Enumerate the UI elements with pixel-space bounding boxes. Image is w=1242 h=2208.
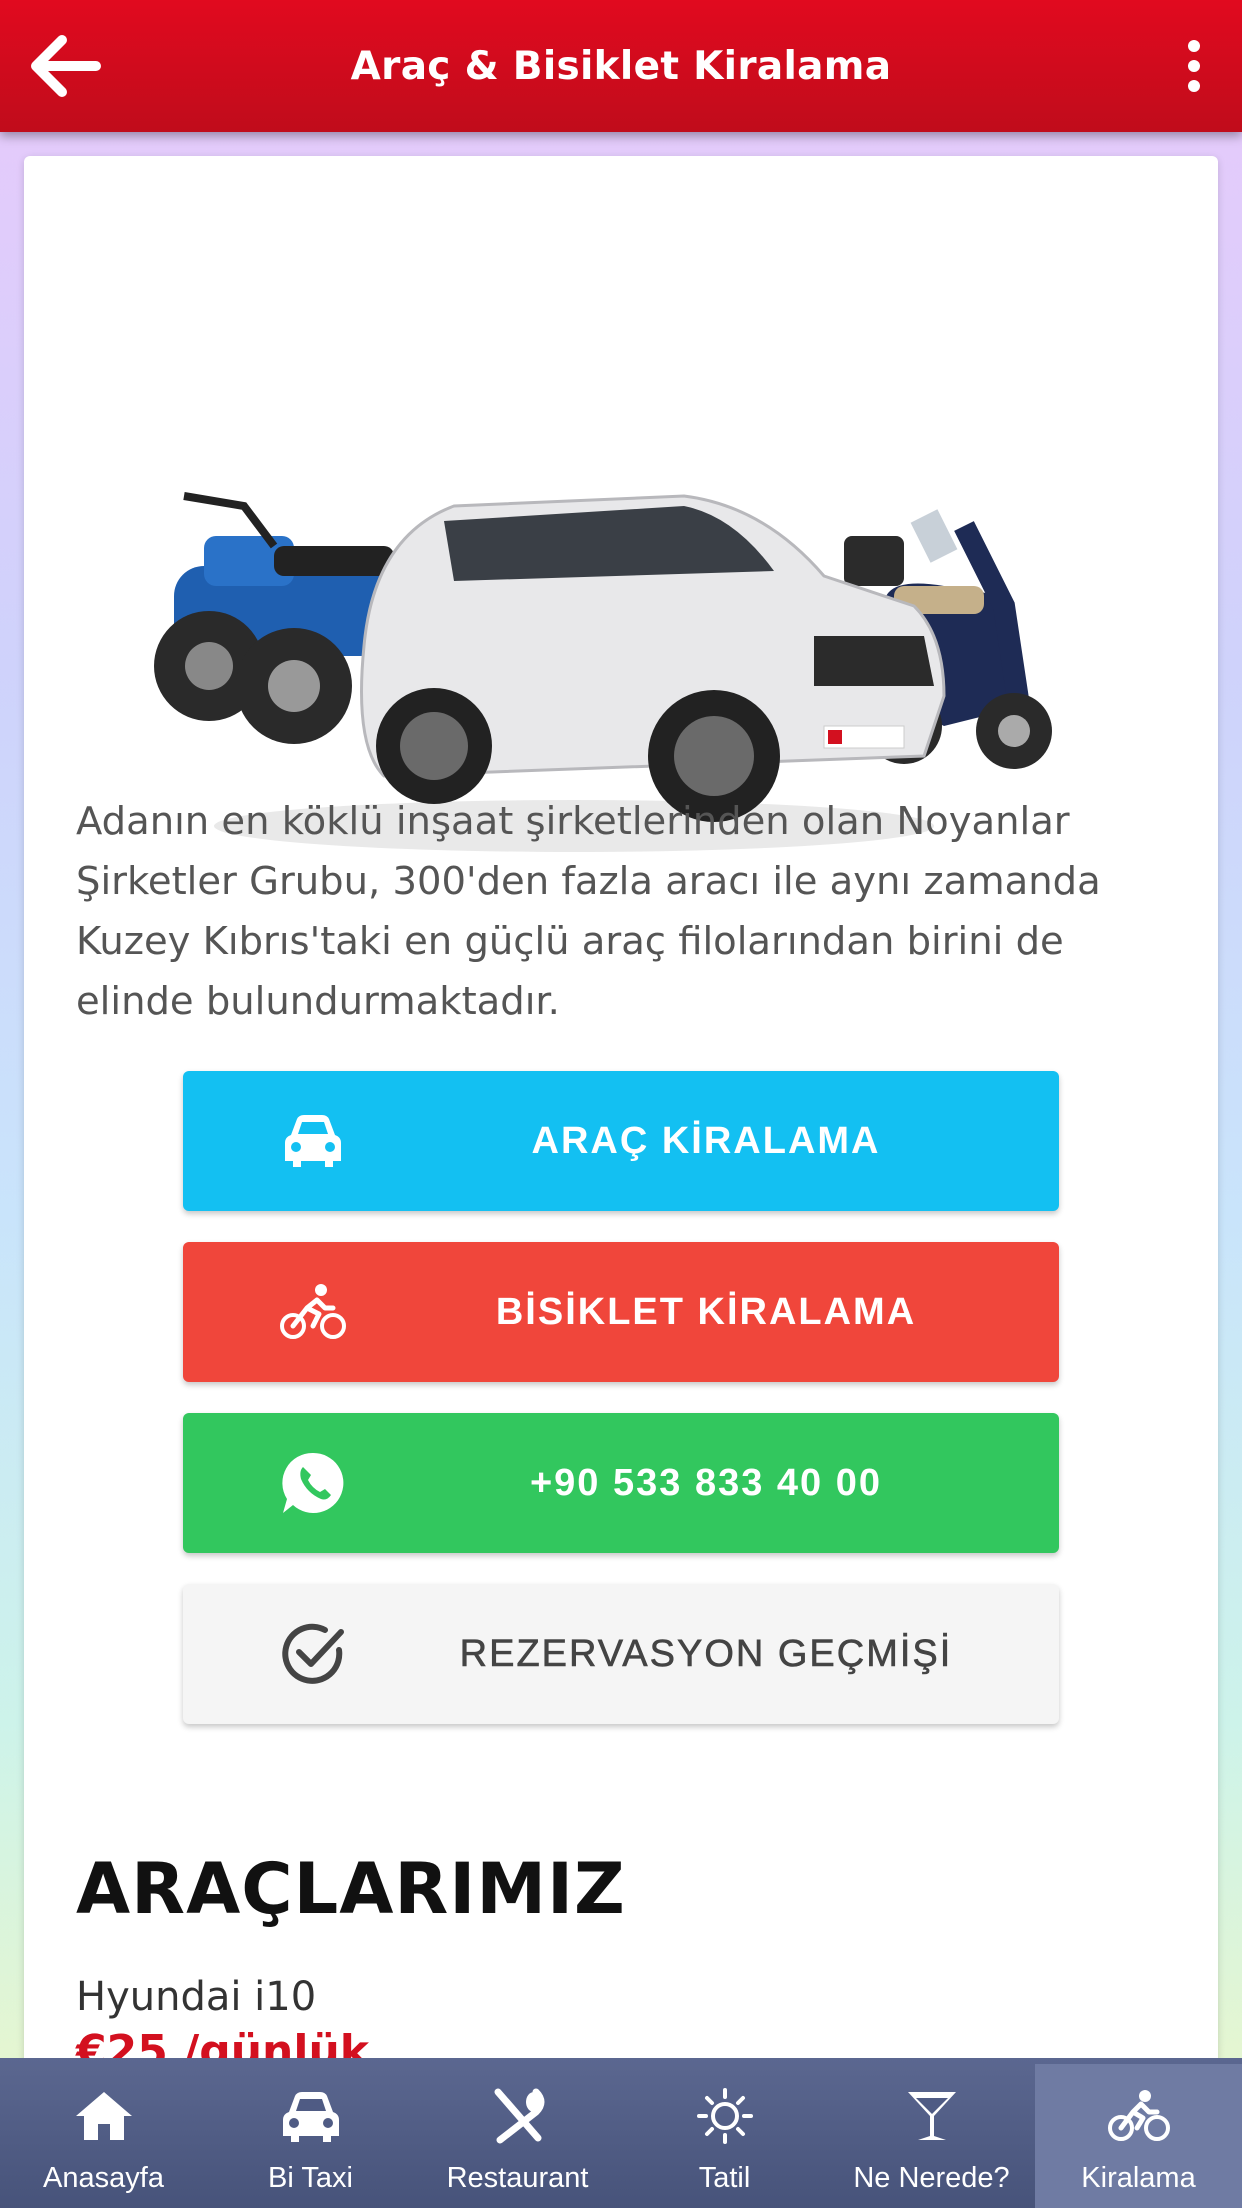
arrow-left-icon [31, 35, 101, 97]
cocktail-icon [907, 2092, 956, 2140]
tab-rental-label: Kiralama [1081, 2162, 1196, 2194]
tab-taxi-label: Bi Taxi [268, 2162, 353, 2194]
bike-rental-label: BİSİKLET KİRALAMA [495, 1290, 917, 1333]
cutlery-icon [494, 2088, 544, 2144]
bicycle-icon [280, 1284, 346, 1339]
bicycle-icon [1107, 2090, 1170, 2141]
atv-graphic [154, 492, 394, 744]
whatsapp-phone-label: +90 533 833 40 00 [529, 1461, 883, 1504]
sun-icon [696, 2088, 753, 2144]
tab-holiday[interactable]: Tatil [621, 2058, 828, 2208]
content-card: Adanın en köklü inşaat şirketlerinden ol… [24, 156, 1218, 2208]
tab-nightlife[interactable]: Ne Nerede? [828, 2058, 1035, 2208]
bike-rental-button[interactable]: BİSİKLET KİRALAMA [183, 1242, 1059, 1382]
car-rental-label: ARAÇ KİRALAMA [531, 1119, 881, 1162]
tab-restaurant[interactable]: Restaurant [414, 2058, 621, 2208]
tab-holiday-label: Tatil [698, 2162, 751, 2194]
car-icon [282, 2092, 339, 2142]
car-rental-button[interactable]: ARAÇ KİRALAMA [183, 1071, 1059, 1211]
back-button[interactable] [28, 34, 102, 98]
tab-home-label: Anasayfa [43, 2162, 164, 2194]
more-vertical-icon [1188, 40, 1200, 92]
whatsapp-icon [282, 1452, 344, 1513]
tab-restaurant-label: Restaurant [446, 2162, 589, 2194]
reservation-history-button[interactable]: REZERVASYON GEÇMİŞİ [183, 1584, 1059, 1724]
check-circle-icon [282, 1623, 344, 1684]
whatsapp-call-button[interactable]: +90 533 833 40 00 [183, 1413, 1059, 1553]
tab-taxi[interactable]: Bi Taxi [207, 2058, 414, 2208]
vehicles-section-title: ARAÇLARIMIZ [76, 1848, 626, 1930]
overflow-menu-button[interactable] [1174, 36, 1214, 96]
bottom-tab-bar: Anasayfa Bi Taxi Restaurant Tatil Ne Ner… [0, 2058, 1242, 2208]
tab-home[interactable]: Anasayfa [0, 2058, 207, 2208]
vehicles-hero-image [154, 492, 1052, 852]
reservation-history-label: REZERVASYON GEÇMİŞİ [459, 1632, 953, 1675]
home-icon [75, 2092, 132, 2140]
tab-rental[interactable]: Kiralama [1035, 2064, 1242, 2208]
tab-nightlife-label: Ne Nerede? [853, 2162, 1010, 2194]
car-icon [285, 1115, 341, 1167]
vehicle-name: Hyundai i10 [76, 1974, 317, 2020]
company-description: Adanın en köklü inşaat şirketlerinden ol… [76, 799, 1101, 1024]
app-header: Araç & Bisiklet Kiralama [0, 0, 1242, 132]
page-title: Araç & Bisiklet Kiralama [350, 43, 892, 89]
